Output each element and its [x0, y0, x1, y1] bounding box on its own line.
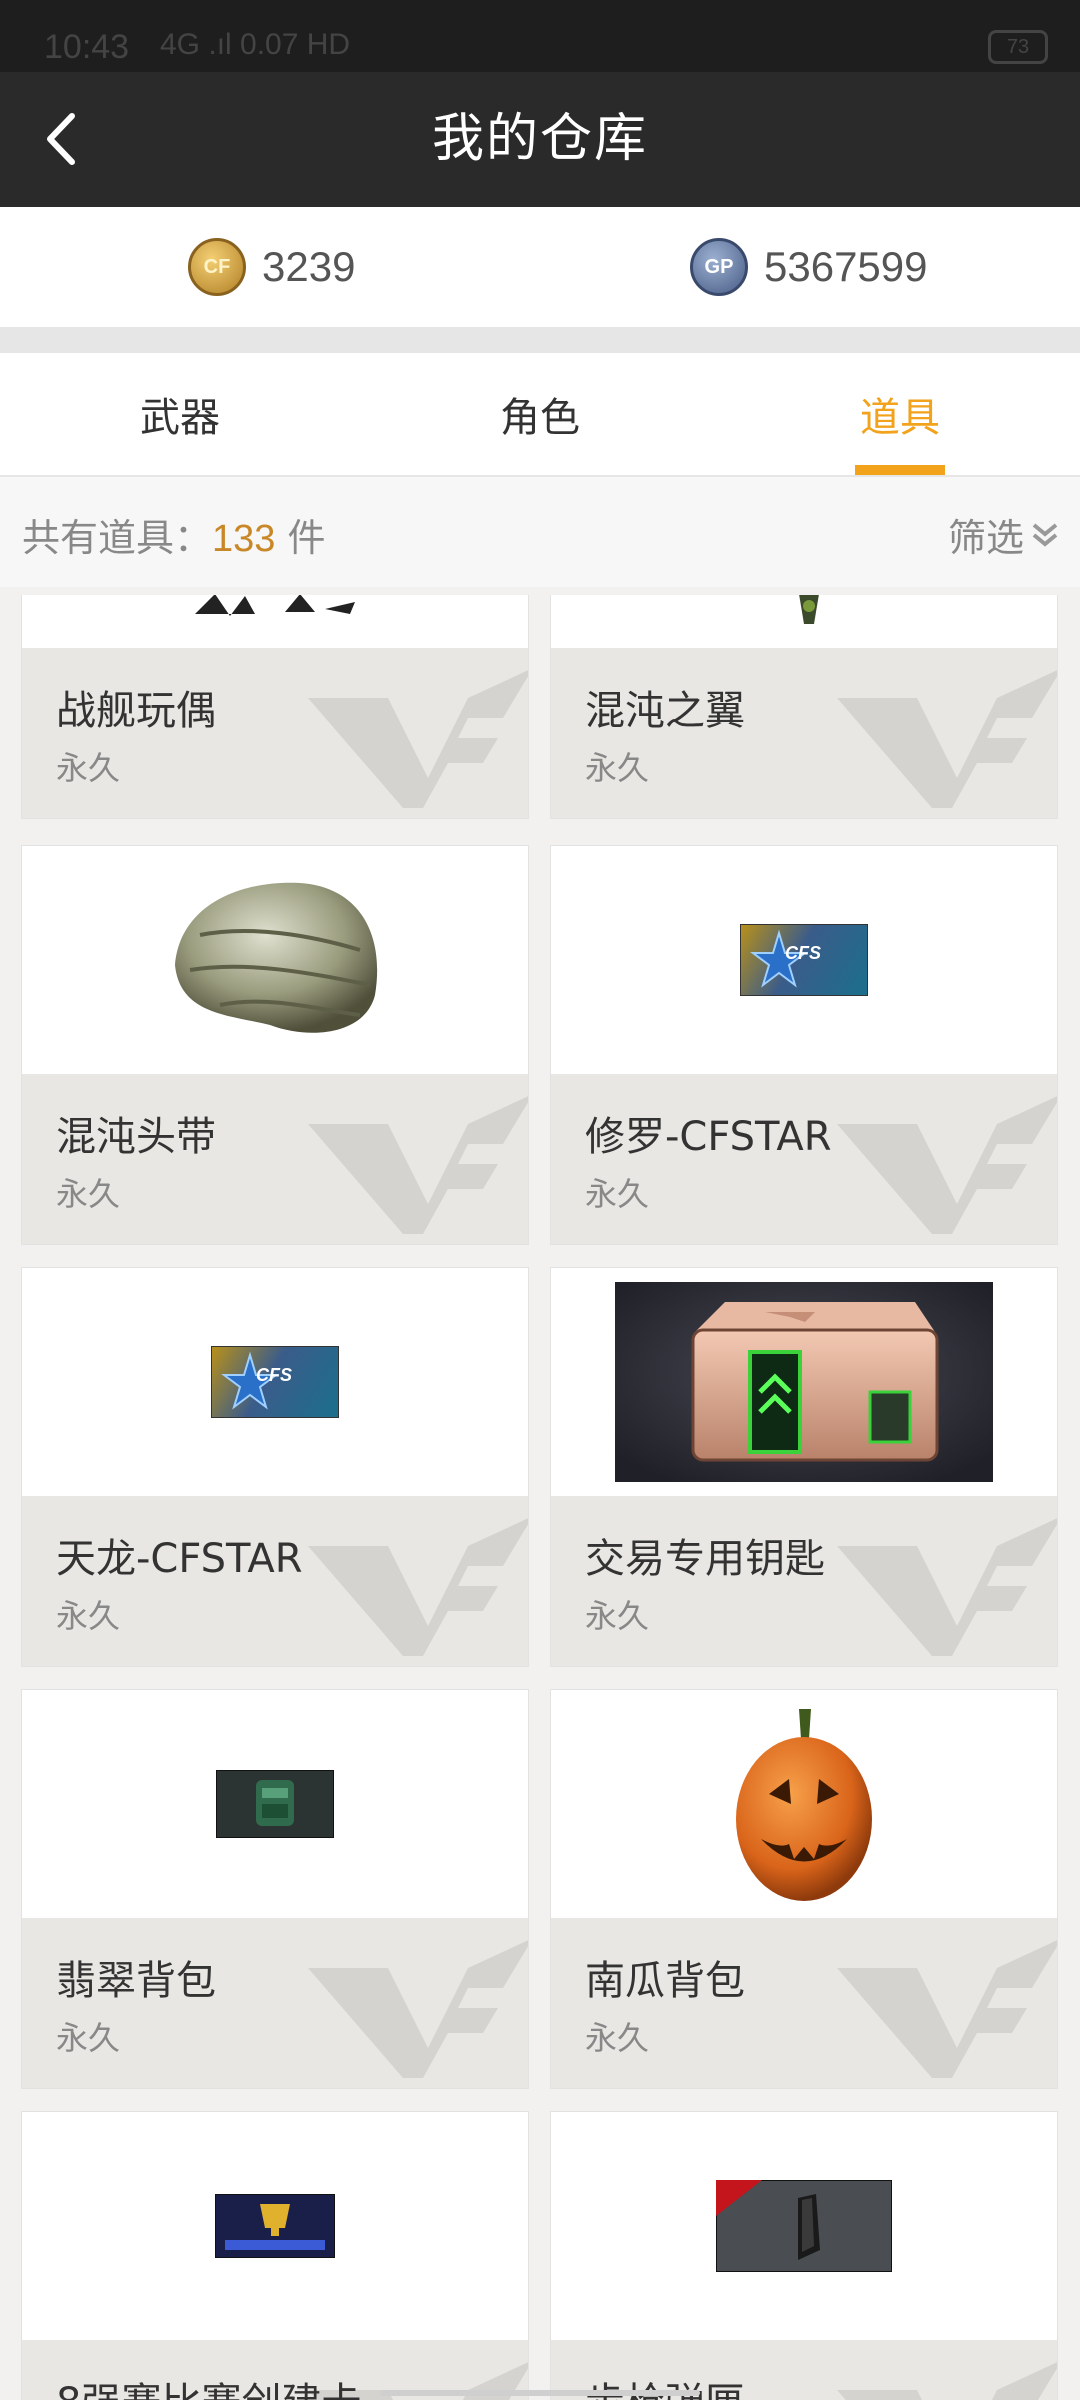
- back-button[interactable]: [30, 104, 100, 174]
- cf-watermark-icon: [837, 1096, 1057, 1234]
- item-image: [22, 595, 528, 648]
- section-divider: [0, 327, 1080, 353]
- item-card[interactable]: 战舰玩偶 永久: [21, 595, 529, 819]
- jade-backpack-icon: [216, 1770, 334, 1838]
- item-info: 修罗-CFSTAR 永久: [551, 1074, 1057, 1244]
- item-image: CFS: [551, 846, 1057, 1074]
- item-name: 翡翠背包: [56, 1958, 216, 2004]
- item-card[interactable]: 混沌头带 永久: [21, 845, 529, 1245]
- rifle-mag-icon: [716, 2180, 892, 2272]
- item-image: CFS: [22, 1268, 528, 1496]
- gp-coin-icon: GP: [690, 238, 748, 296]
- cfstar-label: CFS: [785, 943, 821, 963]
- item-duration: 永久: [585, 749, 650, 787]
- item-name: 战舰玩偶: [56, 688, 216, 734]
- category-tabs: 武器 角色 道具: [0, 353, 1080, 477]
- toy-figure-icon: [195, 595, 355, 616]
- item-name: 交易专用钥匙: [585, 1536, 825, 1582]
- item-duration: 永久: [585, 1175, 650, 1213]
- item-info: 天龙-CFSTAR 永久: [22, 1496, 528, 1666]
- filter-label: 筛选: [947, 516, 1024, 560]
- cfstar-banner-icon: CFS: [740, 924, 868, 996]
- chevron-left-icon: [47, 113, 75, 165]
- item-image: [22, 846, 528, 1074]
- item-name: 修罗-CFSTAR: [585, 1114, 832, 1160]
- item-image: [22, 1690, 528, 1918]
- cf-watermark-icon: [837, 2362, 1057, 2400]
- pumpkin-icon: [736, 1709, 872, 1901]
- cf-coin-icon: CF: [188, 238, 246, 296]
- item-card[interactable]: 翡翠背包 永久: [21, 1689, 529, 2089]
- item-info: 混沌之翼 永久: [551, 648, 1057, 818]
- item-card[interactable]: CFS 修罗-CFSTAR 永久: [550, 845, 1058, 1245]
- item-count-prefix: 共有道具：: [22, 516, 213, 560]
- item-name: 天龙-CFSTAR: [56, 1536, 303, 1582]
- battery-icon: 73: [988, 30, 1048, 64]
- home-indicator: [380, 2390, 700, 2396]
- currency-bar: CF 3239 GP 5367599: [0, 207, 1080, 327]
- signal-indicator: 4G .ıl 0.07 HD: [160, 28, 351, 61]
- item-duration: 永久: [585, 1597, 650, 1635]
- item-count: 共有道具：133 件: [22, 507, 326, 562]
- item-card[interactable]: 南瓜背包 永久: [550, 1689, 1058, 2089]
- wings-icon: [799, 595, 819, 624]
- item-duration: 永久: [56, 2019, 121, 2057]
- match-card-icon: [215, 2194, 335, 2258]
- cf-watermark-icon: [308, 670, 528, 808]
- item-image: [551, 1268, 1057, 1496]
- item-duration: 永久: [56, 1597, 121, 1635]
- item-image: [551, 595, 1057, 648]
- item-card[interactable]: 交易专用钥匙 永久: [550, 1267, 1058, 1667]
- item-image: [551, 1690, 1057, 1918]
- cf-balance-value: 3239: [262, 243, 356, 290]
- item-count-value: 133: [212, 518, 276, 560]
- cf-watermark-icon: [837, 670, 1057, 808]
- item-name: 南瓜背包: [585, 1958, 745, 2004]
- item-info: 战舰玩偶 永久: [22, 648, 528, 818]
- tab-items[interactable]: 道具: [720, 353, 1080, 475]
- cf-watermark-icon: [308, 1518, 528, 1656]
- summary-bar: 共有道具：133 件 筛选: [0, 477, 1080, 587]
- cf-watermark-icon: [837, 1940, 1057, 2078]
- item-count-suffix: 件: [275, 516, 326, 560]
- tab-characters[interactable]: 角色: [360, 353, 720, 475]
- cf-watermark-icon: [308, 1096, 528, 1234]
- status-time: 10:43: [44, 28, 130, 66]
- cfstar-label: CFS: [256, 1365, 292, 1385]
- cf-balance: CF 3239: [188, 237, 355, 297]
- headband-icon: [175, 882, 378, 1033]
- page-title: 我的仓库: [431, 109, 648, 169]
- trade-box-icon: [615, 1282, 993, 1482]
- active-tab-indicator: [855, 465, 945, 475]
- item-card[interactable]: 步枪弹匣 永久: [550, 2111, 1058, 2400]
- filter-button[interactable]: 筛选: [948, 507, 1060, 562]
- item-card[interactable]: 混沌之翼 永久: [550, 595, 1058, 819]
- item-duration: 永久: [56, 749, 121, 787]
- item-duration: 永久: [585, 2019, 650, 2057]
- item-image: [22, 2112, 528, 2340]
- item-info: 翡翠背包 永久: [22, 1918, 528, 2088]
- gp-balance: GP 5367599: [690, 237, 928, 297]
- item-card[interactable]: CFS 天龙-CFSTAR 永久: [21, 1267, 529, 1667]
- item-name: 混沌头带: [56, 1114, 216, 1160]
- item-info: 混沌头带 永久: [22, 1074, 528, 1244]
- item-card[interactable]: 8强赛比赛创建卡 永久: [21, 2111, 529, 2400]
- status-bar: 10:43 4G .ıl 0.07 HD 73: [0, 0, 1080, 72]
- double-chevron-down-icon: [1032, 522, 1058, 547]
- cf-watermark-icon: [837, 1518, 1057, 1656]
- tab-items-label: 道具: [860, 395, 940, 441]
- cfstar-banner-icon: CFS: [211, 1346, 339, 1418]
- header-bar: 我的仓库: [0, 72, 1080, 207]
- item-name: 8强赛比赛创建卡: [56, 2370, 361, 2400]
- cf-watermark-icon: [308, 1940, 528, 2078]
- item-name: 混沌之翼: [585, 688, 745, 734]
- item-grid: 战舰玩偶 永久 混沌之翼 永久 混沌头带 永久 CFS 修罗-CFSTAR 永久…: [0, 595, 1080, 2400]
- item-info: 南瓜背包 永久: [551, 1918, 1057, 2088]
- item-info: 交易专用钥匙 永久: [551, 1496, 1057, 1666]
- gp-balance-value: 5367599: [764, 243, 928, 290]
- item-duration: 永久: [56, 1175, 121, 1213]
- tab-weapons[interactable]: 武器: [0, 353, 360, 475]
- item-image: [551, 2112, 1057, 2340]
